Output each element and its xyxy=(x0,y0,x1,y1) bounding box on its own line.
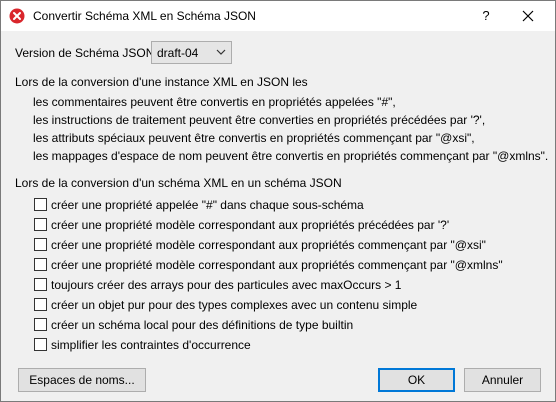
window-title: Convertir Schéma XML en Schéma JSON xyxy=(33,9,256,23)
option-row[interactable]: créer un objet pur pour des types comple… xyxy=(34,297,417,313)
version-select[interactable]: draft-04 xyxy=(151,41,232,64)
option-label: toujours créer des arrays pour des parti… xyxy=(51,277,402,292)
checkbox[interactable] xyxy=(34,238,47,252)
option-label: créer une propriété modèle correspondant… xyxy=(51,237,486,252)
option-row[interactable]: simplifier les contraintes d'occurrence xyxy=(34,337,251,353)
option-label: créer une propriété modèle correspondant… xyxy=(51,217,450,232)
convert-schema-dialog: Convertir Schéma XML en Schéma JSON ? Ve… xyxy=(0,0,556,402)
schema-section-heading: Lors de la conversion d'un schéma XML en… xyxy=(15,176,342,190)
option-label: créer un objet pur pour des types comple… xyxy=(51,297,418,312)
checkbox[interactable] xyxy=(34,318,47,332)
ok-button[interactable]: OK xyxy=(378,368,455,392)
title-bar: Convertir Schéma XML en Schéma JSON ? xyxy=(1,1,555,31)
help-button[interactable]: ? xyxy=(475,5,497,27)
option-label: simplifier les contraintes d'occurrence xyxy=(51,337,251,352)
option-row[interactable]: créer une propriété appelée "#" dans cha… xyxy=(34,197,364,213)
instance-intro: Lors de la conversion d'une instance XML… xyxy=(15,75,308,89)
checkbox[interactable] xyxy=(34,258,47,272)
chevron-down-icon xyxy=(216,49,226,55)
cancel-button[interactable]: Annuler xyxy=(464,368,541,392)
checkbox[interactable] xyxy=(34,338,47,352)
option-row[interactable]: créer une propriété modèle correspondant… xyxy=(34,257,503,273)
checkbox[interactable] xyxy=(34,198,47,212)
option-row[interactable]: créer un schéma local pour des définitio… xyxy=(34,317,353,333)
instance-line: les commentaires peuvent être convertis … xyxy=(33,95,396,109)
option-row[interactable]: créer une propriété modèle correspondant… xyxy=(34,217,449,233)
checkbox[interactable] xyxy=(34,298,47,312)
app-icon xyxy=(9,8,25,24)
close-button[interactable] xyxy=(517,5,539,27)
namespaces-button[interactable]: Espaces de noms... xyxy=(18,368,146,392)
option-label: créer une propriété appelée "#" dans cha… xyxy=(51,197,364,212)
instance-line: les instructions de traitement peuvent ê… xyxy=(33,113,486,127)
option-row[interactable]: créer une propriété modèle correspondant… xyxy=(34,237,486,253)
instance-line: les attributs spéciaux peuvent être conv… xyxy=(33,131,475,145)
version-label: Version de Schéma JSON: xyxy=(15,46,158,60)
checkbox[interactable] xyxy=(34,278,47,292)
option-row[interactable]: toujours créer des arrays pour des parti… xyxy=(34,277,401,293)
close-icon xyxy=(522,10,534,22)
option-label: créer une propriété modèle correspondant… xyxy=(51,257,503,272)
checkbox[interactable] xyxy=(34,218,47,232)
option-label: créer un schéma local pour des définitio… xyxy=(51,317,354,332)
instance-line: les mappages d'espace de nom peuvent êtr… xyxy=(33,149,549,163)
version-select-value: draft-04 xyxy=(157,46,199,60)
